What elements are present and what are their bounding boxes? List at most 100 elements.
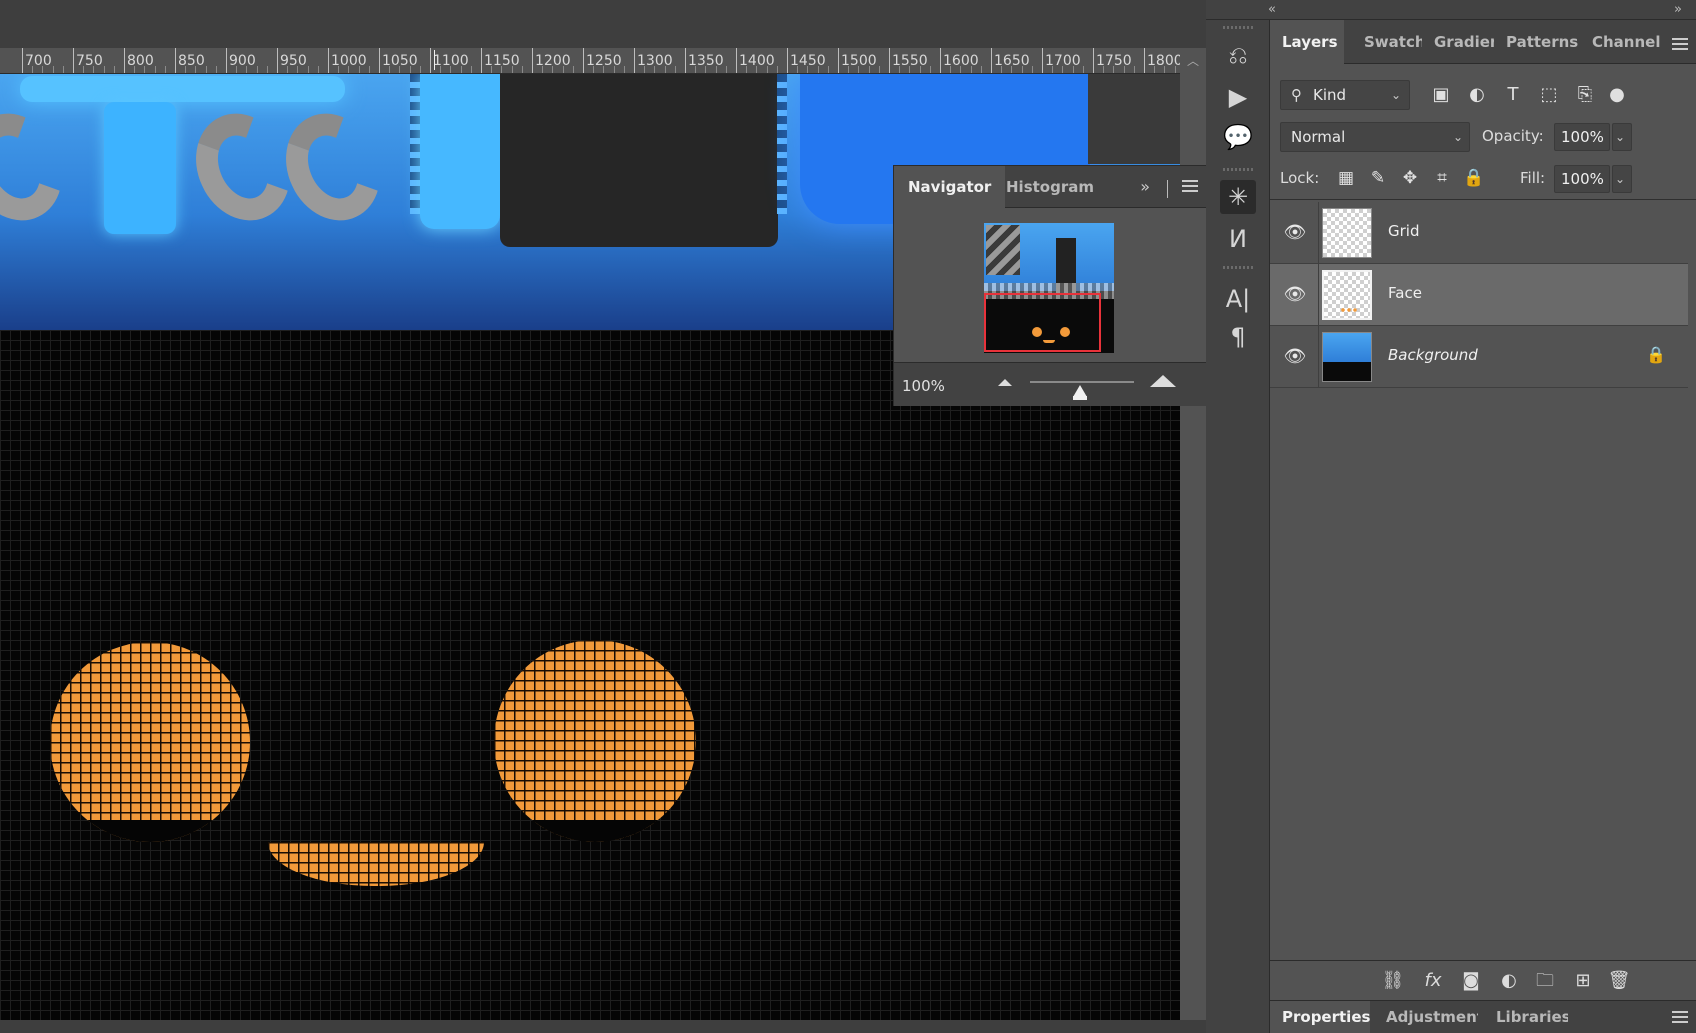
panel-menu-icon[interactable]	[1672, 38, 1688, 52]
tab-libraries[interactable]: Libraries	[1484, 1001, 1568, 1033]
navigator-view-box[interactable]	[984, 293, 1101, 352]
chevron-down-icon: ⌄	[1390, 88, 1401, 102]
tab-channels[interactable]: Channels	[1580, 20, 1660, 64]
layer-style-icon[interactable]: fx	[1420, 968, 1446, 994]
ruler-label: 700	[25, 53, 52, 69]
ruler-minor-tick	[389, 66, 391, 73]
histogram-icon[interactable]: ⵍ	[1220, 222, 1256, 256]
ruler-minor-tick	[399, 66, 401, 73]
filter-kind-select[interactable]: ⚲ Kind ⌄	[1280, 80, 1410, 110]
ruler-major-tick	[736, 48, 737, 73]
horizontal-ruler[interactable]: 700 750 800 850 900 950 1000 1050 1100 1150 1200 12…	[0, 48, 1180, 74]
lock-artboard-icon[interactable]: ⌗	[1430, 166, 1454, 190]
layer-row-background[interactable]: 👁 Background 🔒	[1270, 326, 1688, 388]
fill-dropdown[interactable]: ⌄	[1612, 165, 1632, 193]
layer-name[interactable]: Face	[1388, 284, 1422, 302]
tab-navigator[interactable]: Navigator	[894, 166, 1006, 208]
opacity-dropdown[interactable]: ⌄	[1612, 123, 1632, 151]
comment-icon[interactable]: 💬	[1220, 120, 1256, 154]
ruler-major-tick	[430, 48, 431, 73]
character-icon[interactable]: A|	[1220, 282, 1256, 316]
zoom-in-icon[interactable]	[1150, 375, 1176, 387]
ruler-minor-tick	[848, 66, 850, 73]
lock-icon: 🔒	[1646, 345, 1666, 364]
ruler-minor-tick	[236, 66, 238, 73]
layer-name[interactable]: Grid	[1388, 222, 1419, 240]
history-icon[interactable]: ⎌	[1220, 38, 1256, 72]
expand-panels-icon[interactable]: »	[1674, 2, 1682, 17]
play-icon[interactable]: ▶	[1220, 80, 1256, 114]
ruler-minor-tick	[674, 66, 676, 73]
smart-object-filter-icon[interactable]: ⎘	[1572, 82, 1598, 108]
lock-position-icon[interactable]: ✥	[1398, 166, 1422, 190]
layer-row-face[interactable]: 👁 Face	[1270, 264, 1688, 326]
add-mask-icon[interactable]: ◙	[1458, 968, 1484, 994]
navigator-zoom-field[interactable]: 100%	[900, 373, 984, 399]
zoom-out-icon[interactable]	[998, 379, 1012, 386]
lock-image-icon[interactable]: ✎	[1366, 166, 1390, 190]
panel-menu-icon[interactable]	[1182, 180, 1198, 194]
layer-name[interactable]: Background	[1388, 346, 1478, 364]
zoom-slider-track[interactable]	[1030, 381, 1134, 383]
blend-mode-select[interactable]: Normal ⌄	[1280, 122, 1470, 152]
artwork-grey-crescent	[268, 98, 398, 236]
ruler-minor-tick	[1082, 66, 1084, 73]
ruler-minor-tick	[1052, 66, 1054, 73]
visibility-eye-icon[interactable]: 👁	[1282, 344, 1308, 370]
ruler-minor-tick	[919, 66, 921, 73]
ruler-label: 800	[127, 53, 154, 69]
paragraph-icon[interactable]: ¶	[1220, 320, 1256, 354]
visibility-eye-icon[interactable]: 👁	[1282, 220, 1308, 246]
pixel-filter-icon[interactable]: ▣	[1428, 82, 1454, 108]
ruler-minor-tick	[623, 66, 625, 73]
visibility-eye-icon[interactable]: 👁	[1282, 282, 1308, 308]
ruler-cursor-marker	[434, 50, 435, 70]
lock-all-icon[interactable]: 🔒	[1462, 166, 1486, 190]
panel-menu-icon[interactable]	[1672, 1011, 1688, 1025]
ruler-minor-tick	[256, 66, 258, 73]
tab-swatches[interactable]: Swatches	[1352, 20, 1422, 64]
delete-layer-icon[interactable]: 🗑	[1606, 968, 1632, 994]
lock-transparent-icon[interactable]: ▦	[1334, 166, 1358, 190]
ruler-minor-tick	[103, 66, 105, 73]
collapse-dock-icon[interactable]: «	[1268, 2, 1276, 17]
ruler-minor-tick	[113, 66, 115, 73]
ruler-minor-tick	[909, 66, 911, 73]
ruler-scroll-up[interactable]: ︿	[1180, 48, 1206, 74]
new-group-icon[interactable]: 🗀	[1532, 968, 1558, 994]
type-filter-icon[interactable]: T	[1500, 82, 1526, 108]
artwork-neon-tile	[420, 74, 500, 229]
tab-gradients[interactable]: Gradients	[1422, 20, 1494, 64]
expand-panel-icon[interactable]: »	[1140, 166, 1150, 208]
new-adjustment-layer-icon[interactable]: ◐	[1496, 968, 1522, 994]
blend-row: Normal ⌄ Opacity: 100% ⌄	[1270, 118, 1696, 158]
shape-filter-icon[interactable]: ⬚	[1536, 82, 1562, 108]
layers-footer: ⛓ fx ◙ ◐ 🗀 ⊞ 🗑	[1270, 960, 1696, 1000]
ruler-minor-tick	[542, 66, 544, 73]
ruler-minor-tick	[756, 66, 758, 73]
fill-field[interactable]: 100%	[1554, 165, 1610, 193]
tab-layers[interactable]: Layers	[1270, 20, 1344, 64]
ruler-minor-tick	[1164, 66, 1166, 73]
ruler-minor-tick	[1174, 66, 1176, 73]
tab-histogram[interactable]: Histogram	[992, 166, 1108, 208]
tab-patterns[interactable]: Patterns	[1494, 20, 1580, 64]
ruler-minor-tick	[134, 66, 136, 73]
adjustment-filter-icon[interactable]: ◐	[1464, 82, 1490, 108]
filter-toggle-icon[interactable]: ●	[1604, 82, 1630, 108]
document-canvas-area[interactable]: 700 750 800 850 900 950 1000 1050 1100 1150 1200 12…	[0, 0, 1206, 1033]
tab-adjustments[interactable]: Adjustments	[1374, 1001, 1478, 1033]
ruler-minor-tick	[409, 66, 411, 73]
navigator-preview[interactable]	[984, 223, 1114, 353]
ruler-minor-tick	[868, 66, 870, 73]
ruler-minor-tick	[960, 66, 962, 73]
tab-properties[interactable]: Properties	[1270, 1001, 1370, 1033]
artwork-neon-bar	[20, 76, 345, 102]
new-layer-icon[interactable]: ⊞	[1570, 968, 1596, 994]
opacity-field[interactable]: 100%	[1554, 123, 1610, 151]
link-layers-icon[interactable]: ⛓	[1380, 968, 1406, 994]
ruler-minor-tick	[1123, 66, 1125, 73]
3d-icon[interactable]: ✳	[1220, 180, 1256, 214]
layer-row-grid[interactable]: 👁 Grid	[1270, 202, 1688, 264]
navigator-panel[interactable]: Navigator Histogram » 100%	[893, 165, 1207, 406]
